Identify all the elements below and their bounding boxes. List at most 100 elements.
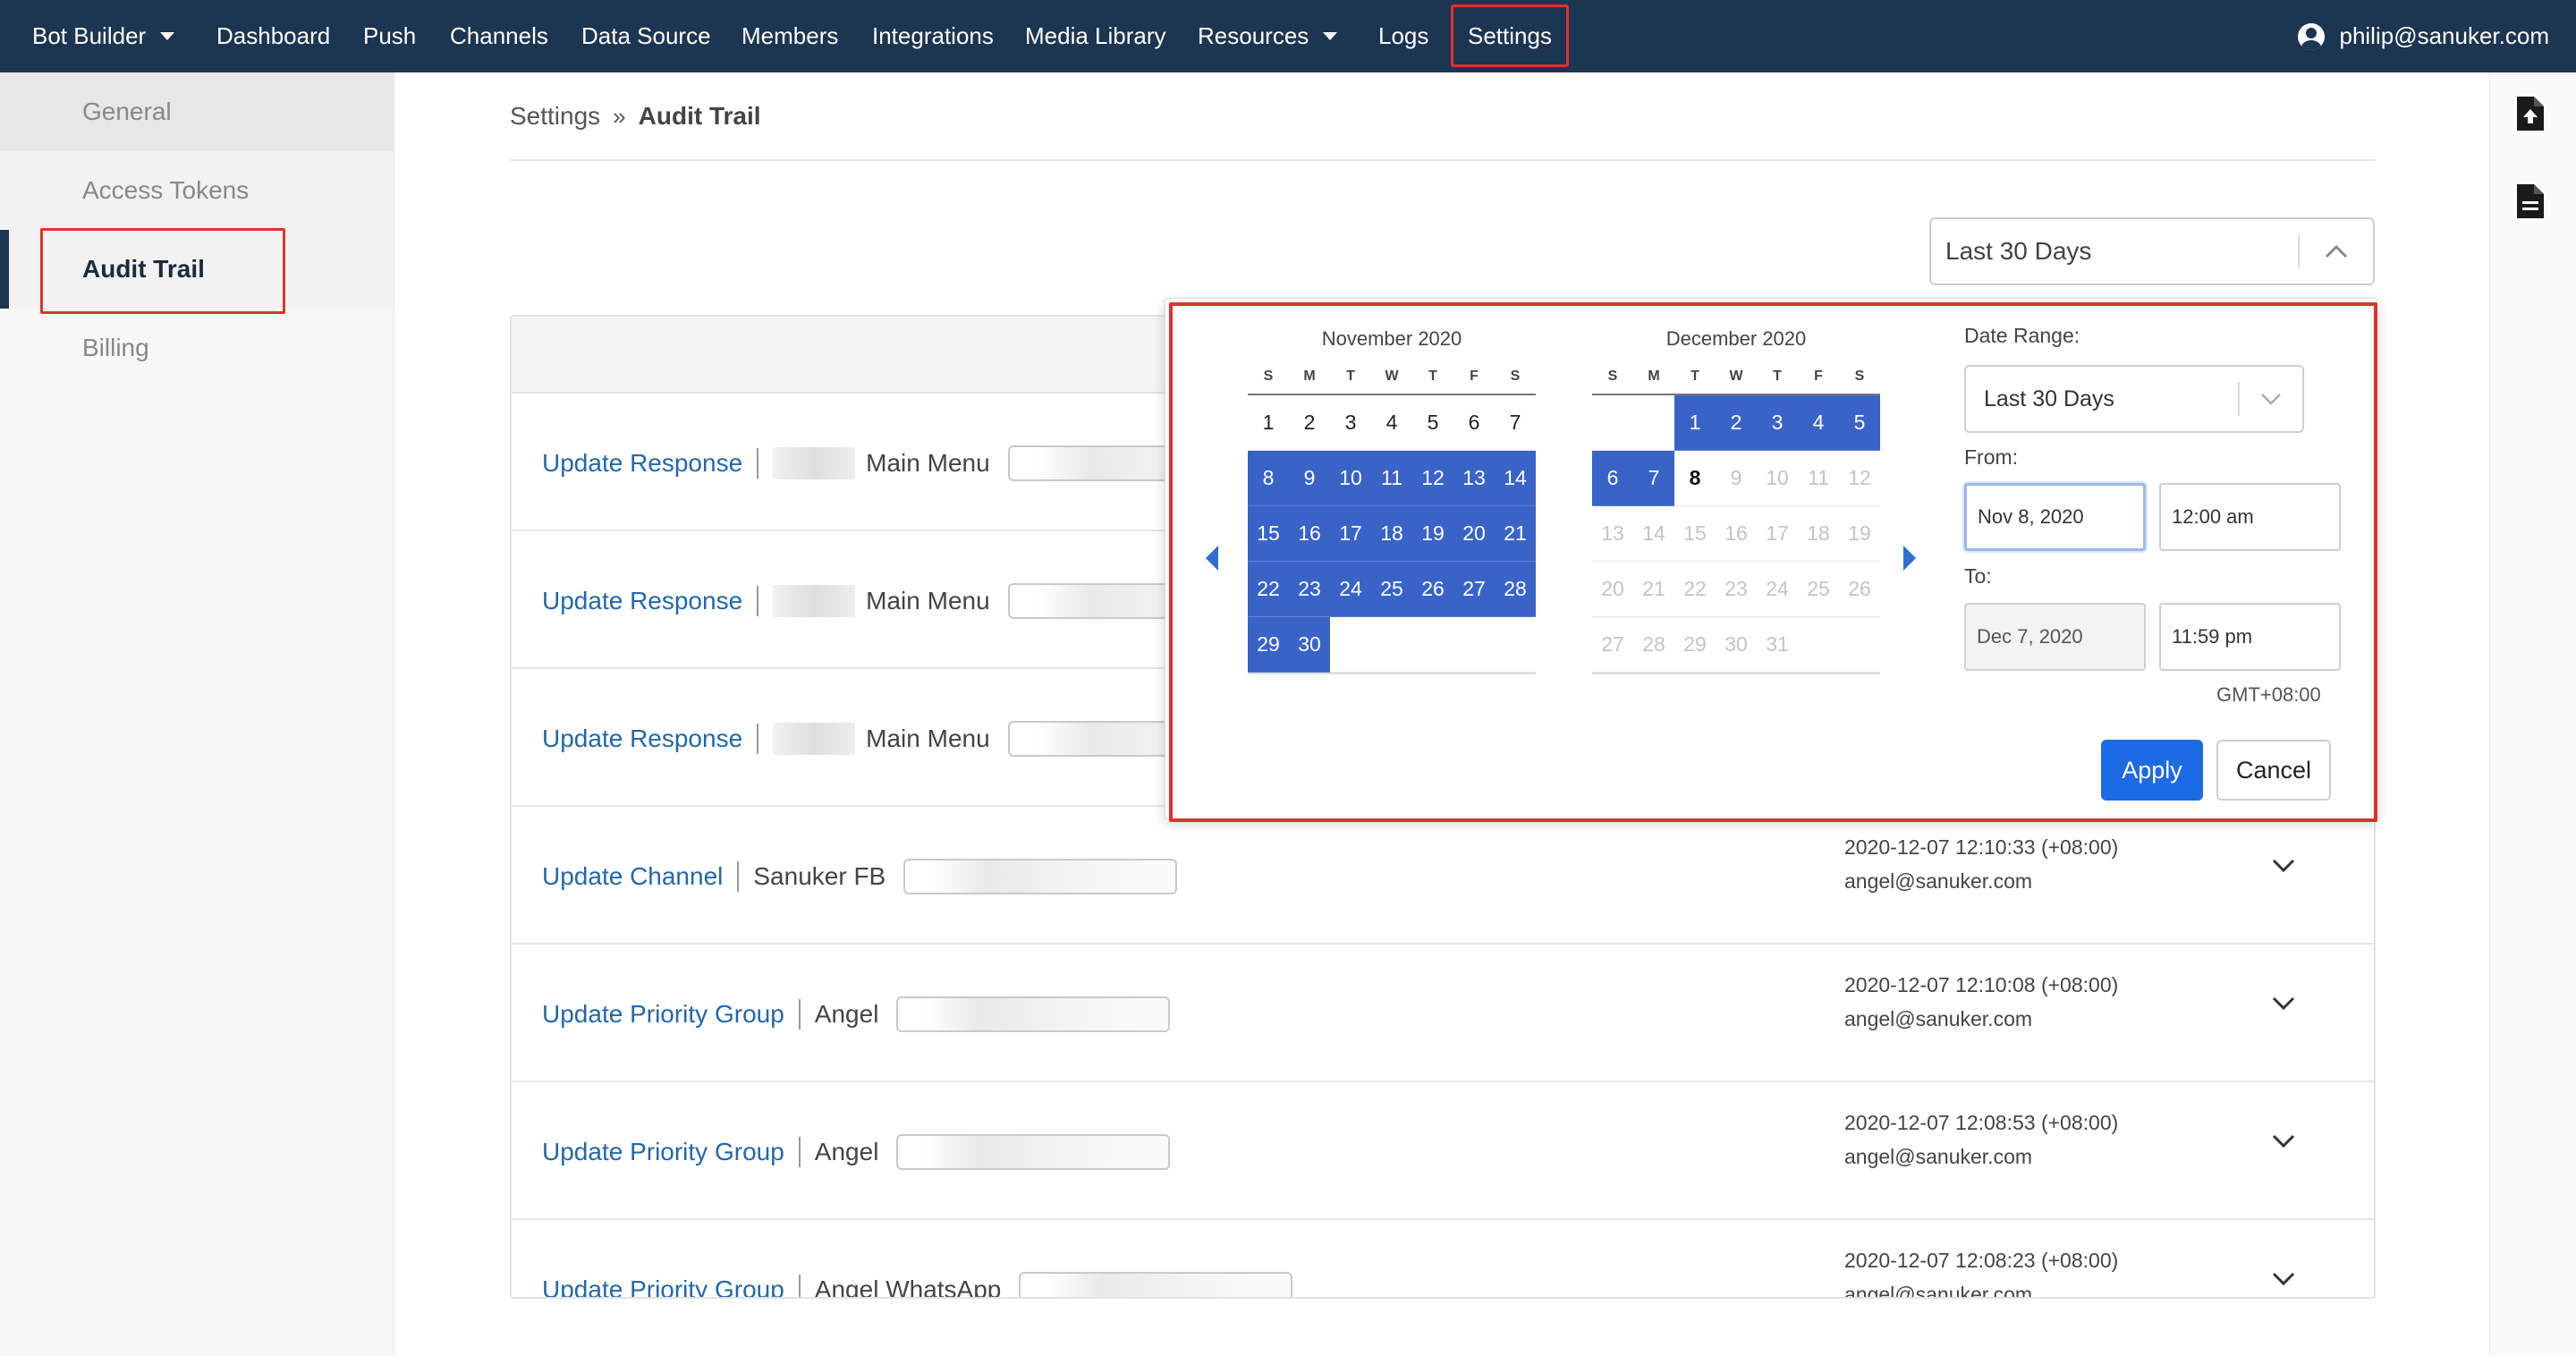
calendar-day[interactable]: 4 [1798,395,1839,451]
prev-month-arrow-icon[interactable] [1206,546,1218,571]
calendar-day[interactable]: 25 [1798,562,1839,617]
nav-bot-builder[interactable]: Bot Builder [32,0,175,72]
chevron-down-icon[interactable] [2272,1272,2295,1286]
nav-dashboard[interactable]: Dashboard [216,0,330,72]
calendar-day[interactable]: 16 [1716,506,1757,562]
calendar-day[interactable]: 31 [1757,617,1798,673]
calendar-day[interactable]: 19 [1412,506,1453,562]
calendar-day[interactable]: 18 [1798,506,1839,562]
calendar-day[interactable]: 26 [1839,562,1880,617]
calendar-day[interactable]: 30 [1716,617,1757,673]
calendar-day[interactable]: 5 [1839,395,1880,451]
calendar-day[interactable]: 11 [1371,451,1412,506]
calendar-day[interactable]: 4 [1371,395,1412,451]
calendar-day[interactable]: 13 [1592,506,1633,562]
calendar-day[interactable]: 30 [1289,617,1330,673]
row-action-link[interactable]: Update Priority Group [542,1000,784,1029]
calendar-day[interactable]: 7 [1633,451,1674,506]
table-row[interactable]: Update Priority Group Angel 2020-12-07 1… [512,1082,2374,1220]
calendar-day[interactable]: 23 [1716,562,1757,617]
calendar-day[interactable]: 2 [1289,395,1330,451]
calendar-day[interactable]: 20 [1592,562,1633,617]
calendar-day[interactable]: 20 [1453,506,1495,562]
nav-integrations[interactable]: Integrations [872,0,994,72]
calendar-day[interactable]: 24 [1330,562,1371,617]
nav-settings[interactable]: Settings [1451,4,1569,67]
calendar-day[interactable]: 22 [1674,562,1716,617]
calendar-day[interactable]: 12 [1412,451,1453,506]
calendar-day[interactable]: 18 [1371,506,1412,562]
apply-button[interactable]: Apply [2101,740,2203,801]
preset-range-select[interactable]: Last 30 Days [1964,365,2304,433]
calendar-day[interactable]: 23 [1289,562,1330,617]
calendar-day[interactable]: 10 [1330,451,1371,506]
calendar-day[interactable]: 8 [1248,451,1289,506]
chevron-down-icon[interactable] [2272,859,2295,873]
row-action-link[interactable]: Update Priority Group [542,1138,784,1166]
calendar-day[interactable]: 27 [1592,617,1633,673]
calendar-day[interactable]: 17 [1330,506,1371,562]
calendar-day[interactable]: 6 [1453,395,1495,451]
calendar-day[interactable]: 7 [1495,395,1536,451]
table-row[interactable]: Update Priority Group Angel 2020-12-07 1… [512,945,2374,1082]
calendar-day[interactable]: 3 [1330,395,1371,451]
date-range-select[interactable]: Last 30 Days [1929,217,2375,285]
calendar-day[interactable]: 25 [1371,562,1412,617]
table-row[interactable]: Update Channel Sanuker FB 2020-12-07 12:… [512,807,2374,945]
row-action-link[interactable]: Update Response [542,587,742,615]
calendar-day[interactable]: 11 [1798,451,1839,506]
calendar-day[interactable]: 3 [1757,395,1798,451]
calendar-day[interactable]: 29 [1248,617,1289,673]
calendar-day[interactable]: 19 [1839,506,1880,562]
calendar-day[interactable]: 10 [1757,451,1798,506]
nav-logs[interactable]: Logs [1378,0,1428,72]
calendar-day[interactable]: 22 [1248,562,1289,617]
chevron-down-icon[interactable] [2272,1134,2295,1148]
calendar-day[interactable]: 28 [1495,562,1536,617]
nav-resources[interactable]: Resources [1198,0,1338,72]
calendar-day[interactable]: 12 [1839,451,1880,506]
nav-media-library[interactable]: Media Library [1025,0,1166,72]
chevron-down-icon[interactable] [2272,996,2295,1011]
calendar-day[interactable]: 13 [1453,451,1495,506]
nav-members[interactable]: Members [741,0,838,72]
table-row[interactable]: Update Priority Group Angel WhatsApp 202… [512,1220,2374,1297]
calendar-day[interactable]: 8 [1674,451,1716,506]
row-action-link[interactable]: Update Channel [542,862,723,891]
calendar-day[interactable]: 9 [1716,451,1757,506]
from-time-input[interactable]: 12:00 am [2159,483,2341,551]
calendar-day[interactable]: 14 [1495,451,1536,506]
row-action-link[interactable]: Update Priority Group [542,1275,784,1297]
calendar-day[interactable]: 15 [1674,506,1716,562]
calendar-day[interactable]: 5 [1412,395,1453,451]
nav-data-source[interactable]: Data Source [581,0,711,72]
calendar-day[interactable]: 29 [1674,617,1716,673]
calendar-day[interactable]: 28 [1633,617,1674,673]
calendar-day[interactable]: 1 [1248,395,1289,451]
calendar-day[interactable]: 17 [1757,506,1798,562]
user-menu[interactable]: philip@sanuker.com [2298,0,2549,72]
to-time-input[interactable]: 11:59 pm [2159,603,2341,671]
file-icon[interactable] [2517,184,2544,218]
nav-push[interactable]: Push [363,0,416,72]
file-upload-icon[interactable] [2517,97,2544,131]
calendar-day[interactable]: 9 [1289,451,1330,506]
breadcrumb-parent[interactable]: Settings [510,102,600,131]
calendar-day[interactable]: 6 [1592,451,1633,506]
row-action-link[interactable]: Update Response [542,725,742,753]
calendar-day[interactable]: 2 [1716,395,1757,451]
sidebar-item-access-tokens[interactable]: Access Tokens [0,151,394,230]
sidebar-item-general[interactable]: General [0,72,394,151]
calendar-day[interactable]: 16 [1289,506,1330,562]
sidebar-item-billing[interactable]: Billing [0,309,394,387]
from-date-input[interactable]: Nov 8, 2020 [1964,483,2146,551]
nav-channels[interactable]: Channels [450,0,548,72]
calendar-day[interactable]: 21 [1495,506,1536,562]
calendar-day[interactable]: 24 [1757,562,1798,617]
to-date-input[interactable]: Dec 7, 2020 [1964,603,2146,671]
calendar-day[interactable]: 26 [1412,562,1453,617]
calendar-day[interactable]: 1 [1674,395,1716,451]
calendar-day[interactable]: 27 [1453,562,1495,617]
calendar-day[interactable]: 14 [1633,506,1674,562]
next-month-arrow-icon[interactable] [1903,546,1916,571]
